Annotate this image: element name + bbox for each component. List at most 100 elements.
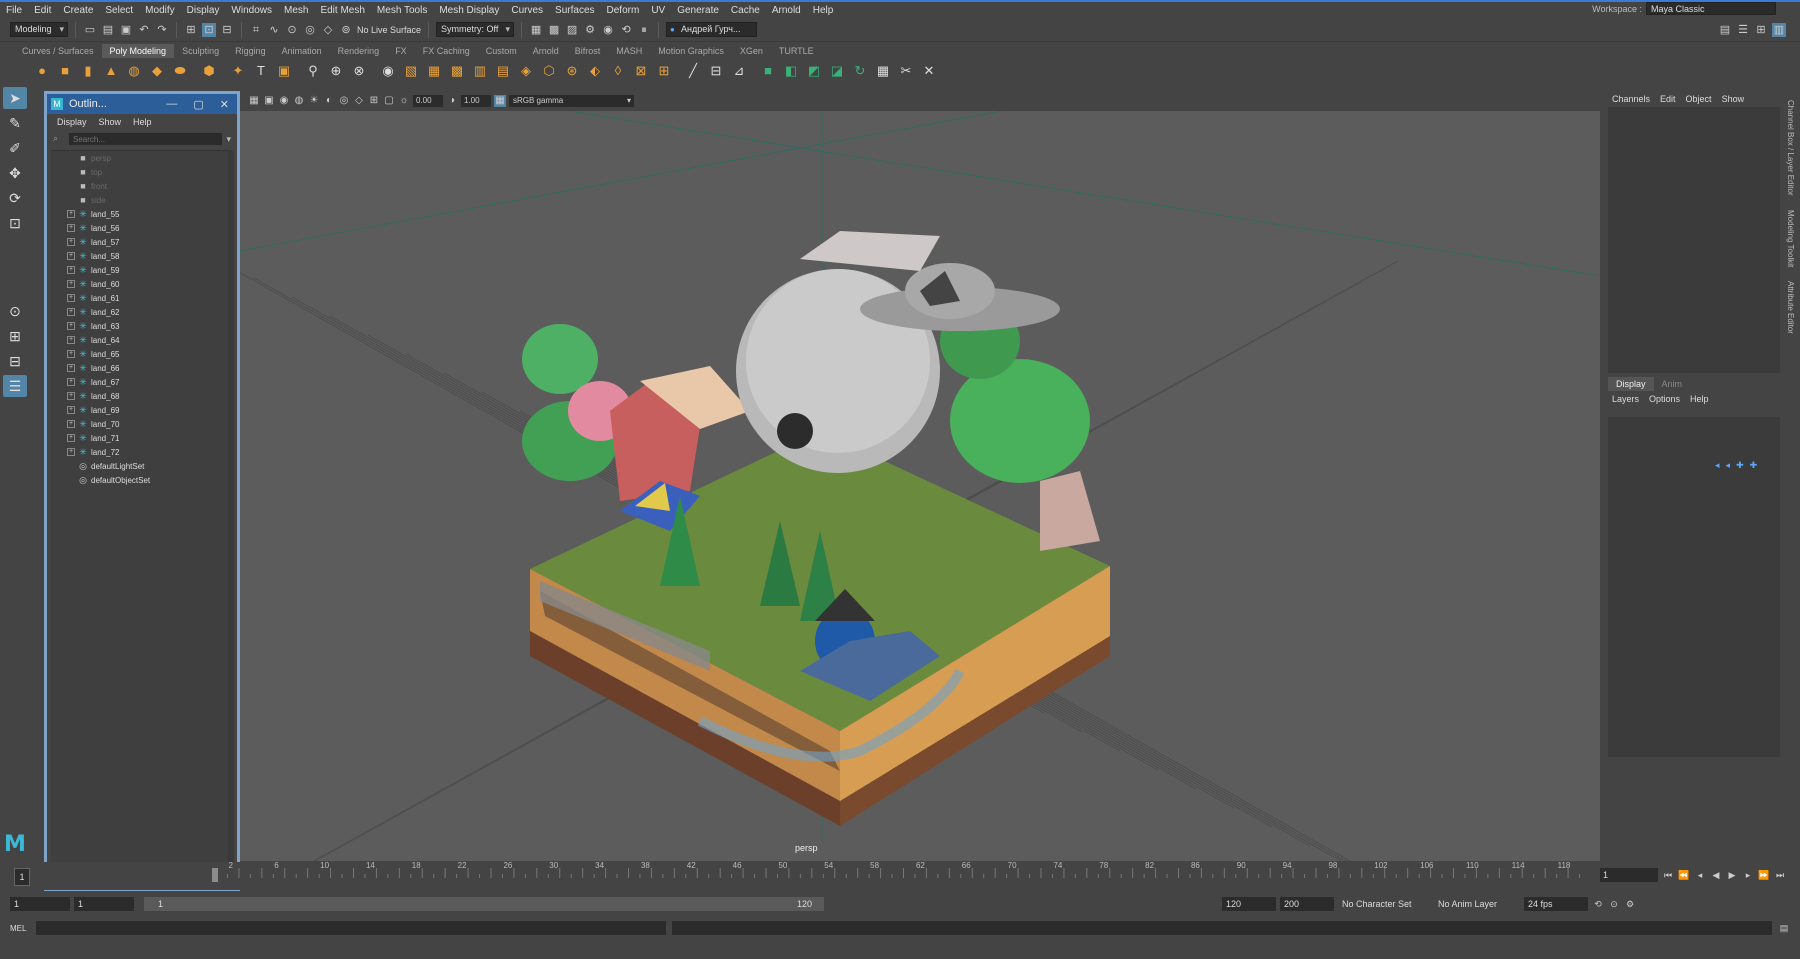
layer-menu-help[interactable]: Help bbox=[1690, 394, 1709, 404]
fps-dropdown[interactable]: 24 fps bbox=[1524, 897, 1588, 911]
shelf-tab-curves-surfaces[interactable]: Curves / Surfaces bbox=[14, 44, 102, 58]
anim-prefs-icon[interactable]: ⚙ bbox=[1624, 899, 1636, 910]
exposure-icon[interactable]: ☼ bbox=[398, 95, 410, 107]
expand-icon[interactable]: + bbox=[67, 364, 75, 372]
step-back-frame-icon[interactable]: ◂ bbox=[1694, 870, 1706, 881]
channel-box-menu-channels[interactable]: Channels bbox=[1612, 94, 1650, 104]
outliner-row[interactable]: + ✳ land_68 bbox=[51, 389, 229, 403]
bevel-icon[interactable]: ⬡ bbox=[539, 61, 559, 81]
extract-icon[interactable]: ▥ bbox=[470, 61, 490, 81]
time-ruler[interactable]: 2 6 10 14 18 22 26 30 34 38 42 46 50 54 58 62 66 70 74 78 82… bbox=[212, 862, 1597, 888]
viewport-scene[interactable] bbox=[240, 111, 1600, 861]
outliner-row[interactable]: + ✳ land_64 bbox=[51, 333, 229, 347]
layer-menu-options[interactable]: Options bbox=[1649, 394, 1680, 404]
snap-grid-icon[interactable]: ⌗ bbox=[249, 23, 263, 37]
boolean-diff-icon[interactable]: ▩ bbox=[447, 61, 467, 81]
menu-mesh-display[interactable]: Mesh Display bbox=[433, 5, 505, 16]
expand-icon[interactable]: + bbox=[67, 224, 75, 232]
loop-icon[interactable]: ⟲ bbox=[1592, 899, 1604, 910]
paint-select-icon[interactable]: ✐ bbox=[3, 137, 27, 159]
multi-cut-icon[interactable]: ╱ bbox=[683, 61, 703, 81]
menu-help[interactable]: Help bbox=[807, 5, 840, 16]
bridge-icon[interactable]: ▤ bbox=[493, 61, 513, 81]
current-frame-indicator[interactable]: 1 bbox=[14, 868, 30, 886]
outliner-row[interactable]: ■ front bbox=[51, 179, 229, 193]
pause-icon[interactable]: ⏸ bbox=[637, 23, 651, 37]
channel-box-menu-object[interactable]: Object bbox=[1686, 94, 1712, 104]
make-live-icon[interactable]: ⊚ bbox=[339, 23, 353, 37]
smooth-icon[interactable]: ◉ bbox=[378, 61, 398, 81]
poly-disc-icon[interactable]: ⬬ bbox=[170, 61, 190, 81]
lasso-tool-icon[interactable]: ✎ bbox=[3, 112, 27, 134]
modeling-toolkit-icon[interactable]: ▤ bbox=[1718, 23, 1732, 37]
expand-icon[interactable]: + bbox=[67, 308, 75, 316]
layer-menu-layers[interactable]: Layers bbox=[1612, 394, 1639, 404]
shelf-tab-motion-graphics[interactable]: Motion Graphics bbox=[650, 44, 732, 58]
user-account-button[interactable]: Андрей Гурч... bbox=[666, 22, 758, 37]
outliner-row[interactable]: + ✳ land_57 bbox=[51, 235, 229, 249]
outliner-menu-display[interactable]: Display bbox=[57, 117, 87, 127]
outliner-row[interactable]: + ✳ land_70 bbox=[51, 417, 229, 431]
outliner-row[interactable]: ■ persp bbox=[51, 151, 229, 165]
shadows-icon[interactable]: ◐ bbox=[323, 95, 335, 107]
menu-file[interactable]: File bbox=[0, 5, 28, 16]
outliner-row[interactable]: + ✳ land_66 bbox=[51, 361, 229, 375]
shelf-tab-rendering[interactable]: Rendering bbox=[330, 44, 388, 58]
outliner-menu-show[interactable]: Show bbox=[99, 117, 122, 127]
channel-box-icon[interactable]: ▥ bbox=[1772, 22, 1786, 37]
move-layer-down-icon[interactable]: ◂ bbox=[1726, 460, 1731, 471]
play-backwards-icon[interactable]: ◀ bbox=[1710, 870, 1722, 881]
two-pane-icon[interactable]: ⊟ bbox=[3, 350, 27, 372]
search-input[interactable] bbox=[69, 133, 223, 145]
new-scene-icon[interactable]: ▭ bbox=[83, 23, 97, 37]
select-component-icon[interactable]: ⊟ bbox=[220, 23, 234, 37]
outliner-row[interactable]: + ✳ land_61 bbox=[51, 291, 229, 305]
maximize-icon[interactable]: ▢ bbox=[193, 98, 203, 111]
vertical-scrollbar[interactable] bbox=[228, 150, 234, 872]
combine-icon[interactable]: ⊕ bbox=[326, 61, 346, 81]
side-tab-channel-box-layer-editor[interactable]: Channel Box / Layer Editor bbox=[1786, 100, 1795, 196]
uv-layout-icon[interactable]: ▦ bbox=[873, 61, 893, 81]
anim-end-field[interactable]: 200 bbox=[1280, 897, 1334, 911]
menu-select[interactable]: Select bbox=[99, 5, 139, 16]
mel-label[interactable]: MEL bbox=[10, 924, 30, 933]
menu-curves[interactable]: Curves bbox=[505, 5, 549, 16]
expand-icon[interactable]: + bbox=[67, 294, 75, 302]
outliner-row[interactable]: + ✳ land_55 bbox=[51, 207, 229, 221]
shelf-tab-arnold[interactable]: Arnold bbox=[525, 44, 567, 58]
uv-sew-icon[interactable]: ✕ bbox=[919, 61, 939, 81]
workspace-dropdown[interactable]: Maya Classic bbox=[1646, 2, 1776, 15]
menu-modify[interactable]: Modify bbox=[139, 5, 180, 16]
character-set-dropdown[interactable]: No Character Set bbox=[1338, 897, 1430, 911]
go-to-start-icon[interactable]: ⏮ bbox=[1662, 870, 1674, 881]
outliner-row[interactable]: + ✳ land_62 bbox=[51, 305, 229, 319]
shelf-tab-rigging[interactable]: Rigging bbox=[227, 44, 274, 58]
outliner-menu-help[interactable]: Help bbox=[133, 117, 152, 127]
color-space-dropdown[interactable]: sRGB gamma bbox=[509, 95, 634, 107]
minimize-icon[interactable]: — bbox=[166, 98, 177, 111]
outliner-row[interactable]: + ✳ land_59 bbox=[51, 263, 229, 277]
side-tab-modeling-toolkit[interactable]: Modeling Toolkit bbox=[1786, 210, 1795, 267]
shelf-tab-custom[interactable]: Custom bbox=[478, 44, 525, 58]
layer-tab-display[interactable]: Display bbox=[1608, 377, 1654, 391]
xray-icon[interactable]: ◎ bbox=[338, 95, 350, 107]
menu-surfaces[interactable]: Surfaces bbox=[549, 5, 600, 16]
grid-icon[interactable]: ⊞ bbox=[368, 95, 380, 107]
tool-settings-icon[interactable]: ⊞ bbox=[1754, 23, 1768, 37]
close-icon[interactable]: ✕ bbox=[220, 98, 229, 111]
uv-cut-icon[interactable]: ✂ bbox=[896, 61, 916, 81]
expand-icon[interactable]: + bbox=[67, 420, 75, 428]
expand-icon[interactable]: + bbox=[67, 378, 75, 386]
move-tool-icon[interactable]: ✥ bbox=[3, 162, 27, 184]
insert-edge-loop-icon[interactable]: ⊟ bbox=[706, 61, 726, 81]
merge-icon[interactable]: ⬖ bbox=[585, 61, 605, 81]
extrude-icon[interactable]: ◈ bbox=[516, 61, 536, 81]
shelf-tab-fx[interactable]: FX bbox=[387, 44, 415, 58]
type-tool-icon[interactable]: T bbox=[251, 61, 271, 81]
append-icon[interactable]: ⊛ bbox=[562, 61, 582, 81]
undo-icon[interactable]: ↶ bbox=[137, 23, 151, 37]
boolean-union-icon[interactable]: ▦ bbox=[424, 61, 444, 81]
wireframe-icon[interactable]: ▣ bbox=[263, 95, 275, 107]
poly-cylinder-icon[interactable]: ▮ bbox=[78, 61, 98, 81]
mel-input[interactable] bbox=[36, 921, 666, 935]
